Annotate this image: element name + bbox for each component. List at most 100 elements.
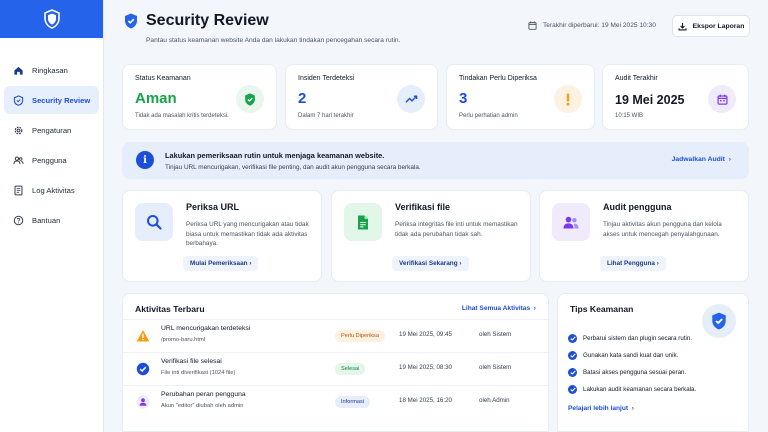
sidebar-item-ringkasan[interactable]: Ringkasan — [4, 56, 99, 84]
stat-card-incidents: Insiden Terdeteksi 2 Dalam 7 hari terakh… — [285, 64, 438, 130]
start-check-button[interactable]: Mulai Pemeriksaan › — [183, 256, 259, 271]
feature-card-audit-users: Audit pengguna Tinjau aktivitas akun pen… — [539, 190, 749, 282]
feature-text: Tinjau aktivitas akun pengguna dan kelol… — [603, 221, 722, 238]
last-updated: Terakhir diperbarui: 19 Mei 2025 10:30 — [528, 21, 656, 30]
check-circle-icon — [136, 362, 150, 376]
chevron-right-icon: › — [654, 260, 659, 267]
feature-title: Audit pengguna — [603, 202, 672, 212]
activity-date: 18 Mei 2025, 16:20 — [399, 397, 452, 404]
export-report-button[interactable]: Ekspor Laporan — [672, 15, 750, 37]
user-icon — [136, 395, 150, 409]
section-title: Tips Keamanan — [570, 304, 634, 314]
users-icon — [552, 203, 590, 241]
last-updated-text: Terakhir diperbarui: 19 Mei 2025 10:30 — [543, 22, 656, 29]
chevron-right-icon: › — [531, 305, 536, 312]
help-icon — [12, 214, 24, 226]
activity-date: 19 Mei 2025, 09:45 — [399, 331, 452, 338]
logo[interactable] — [0, 0, 103, 38]
calendar-icon — [708, 85, 736, 113]
verify-now-button[interactable]: Verifikasi Sekarang › — [392, 256, 469, 271]
document-icon — [12, 184, 24, 196]
stat-value: 19 Mei 2025 — [615, 93, 685, 107]
chevron-right-icon: › — [629, 405, 634, 412]
feature-card-check-url: Periksa URL Periksa URL yang mencurigaka… — [122, 190, 322, 282]
home-icon — [12, 64, 24, 76]
activity-subtitle: /promo-baru.html — [161, 337, 206, 343]
calendar-icon — [528, 21, 537, 30]
status-badge: Perlu Diperiksa — [335, 330, 385, 342]
sidebar-item-security-review[interactable]: Security Review — [4, 86, 99, 114]
activity-row[interactable]: URL mencurigakan terdeteksi /promo-baru.… — [123, 319, 550, 352]
stat-label: Audit Terakhir — [615, 75, 658, 82]
activity-title: Verifikasi file selesai — [161, 358, 222, 365]
stat-label: Insiden Terdeteksi — [298, 75, 355, 82]
check-circle-icon — [568, 334, 577, 343]
stat-note: Dalam 7 hari terakhir — [298, 113, 354, 119]
stat-card-status: Status Keamanan Aman Tidak ada masalah k… — [122, 64, 277, 130]
shield-icon — [12, 94, 24, 106]
page-title: Security Review — [146, 12, 269, 29]
stat-card-last-audit: Audit Terakhir 19 Mei 2025 10:15 WIB — [602, 64, 749, 130]
sidebar-item-bantuan[interactable]: Bantuan — [4, 206, 99, 234]
chevron-right-icon: › — [247, 260, 252, 267]
sidebar-item-pengaturan[interactable]: Pengaturan — [4, 116, 99, 144]
file-icon — [344, 203, 382, 241]
users-icon — [12, 154, 24, 166]
activity-actor: oleh Sistem — [479, 364, 512, 371]
stat-card-actions: Tindakan Perlu Diperiksa 3 Perlu perhati… — [446, 64, 595, 130]
check-circle-icon — [568, 385, 577, 394]
learn-more-link[interactable]: Pelajari lebih lanjut › — [568, 405, 634, 412]
tip-item: Gunakan kata sandi kuat dan unik. — [568, 351, 678, 360]
stat-label: Status Keamanan — [135, 75, 191, 82]
shield-check-icon — [236, 85, 264, 113]
check-circle-icon — [568, 351, 577, 360]
feature-text: Periksa URL yang mencurigakan atau tidak… — [186, 221, 309, 248]
verify-now-label: Verifikasi Sekarang — [399, 260, 458, 267]
alert-icon — [554, 85, 582, 113]
activity-date: 19 Mei 2025, 08:30 — [399, 364, 452, 371]
sidebar-item-label: Ringkasan — [32, 65, 68, 75]
sidebar-item-pengguna[interactable]: Pengguna — [4, 146, 99, 174]
tip-item: Batasi akses pengguna sesuai peran. — [568, 368, 686, 377]
activity-title: Perubahan peran pengguna — [161, 391, 246, 398]
info-icon: i — [136, 151, 154, 169]
start-check-label: Mulai Pemeriksaan — [190, 260, 248, 267]
schedule-audit-link[interactable]: Jadwalkan Audit › — [672, 156, 731, 163]
section-title: Aktivitas Terbaru — [135, 304, 205, 314]
stat-label: Tindakan Perlu Diperiksa — [459, 75, 537, 82]
gear-icon — [12, 124, 24, 136]
feature-card-verify-file: Verifikasi file Periksa integritas file … — [331, 190, 531, 282]
chevron-right-icon: › — [726, 156, 731, 163]
activity-subtitle: Akun "editor" diubah oleh admin — [161, 403, 244, 409]
feature-text: Periksa integritas file inti untuk memas… — [395, 221, 518, 238]
activity-row[interactable]: Verifikasi file selesai File inti diveri… — [123, 352, 550, 385]
stat-value: 3 — [459, 90, 468, 107]
activity-row[interactable]: Perubahan peran pengguna Akun "editor" d… — [123, 385, 550, 418]
page-header: Security Review Pantau status keamanan w… — [104, 0, 768, 58]
sidebar-item-label: Bantuan — [32, 215, 61, 225]
stat-value: 2 — [298, 90, 307, 107]
see-all-activity-link[interactable]: Lihat Semua Aktivitas › — [462, 305, 536, 312]
see-all-label: Lihat Semua Aktivitas — [461, 305, 531, 312]
tip-text: Gunakan kata sandi kuat dan unik. — [583, 352, 679, 359]
sidebar-item-log-aktivitas[interactable]: Log Aktivitas — [4, 176, 99, 204]
banner-text: Tinjau URL mencurigakan, verifikasi file… — [165, 164, 421, 171]
shield-check-icon — [125, 13, 137, 29]
sidebar-item-label: Log Aktivitas — [32, 185, 75, 195]
sidebar-item-label: Security Review — [32, 95, 91, 105]
status-badge: Selesai — [335, 363, 366, 375]
status-badge: Informasi — [335, 396, 371, 408]
activity-actor: oleh Sistem — [479, 331, 512, 338]
view-users-label: Lihat Pengguna — [607, 260, 655, 267]
tip-item: Lakukan audit keamanan secara berkala. — [568, 385, 696, 394]
sidebar: Ringkasan Security Review Pengaturan Pen… — [0, 0, 104, 432]
recent-activity-panel: Aktivitas Terbaru Lihat Semua Aktivitas … — [122, 293, 550, 432]
search-icon — [135, 203, 173, 241]
banner-title: Lakukan pemeriksaan rutin untuk menjaga … — [165, 151, 385, 160]
chevron-right-icon: › — [457, 260, 462, 267]
view-users-button[interactable]: Lihat Pengguna › — [600, 256, 666, 271]
info-banner: i Lakukan pemeriksaan rutin untuk menjag… — [122, 142, 749, 179]
activity-title: URL mencurigakan terdeteksi — [161, 325, 251, 332]
stat-note: Perlu perhatian admin — [459, 113, 518, 119]
export-report-label: Ekspor Laporan — [692, 22, 745, 30]
